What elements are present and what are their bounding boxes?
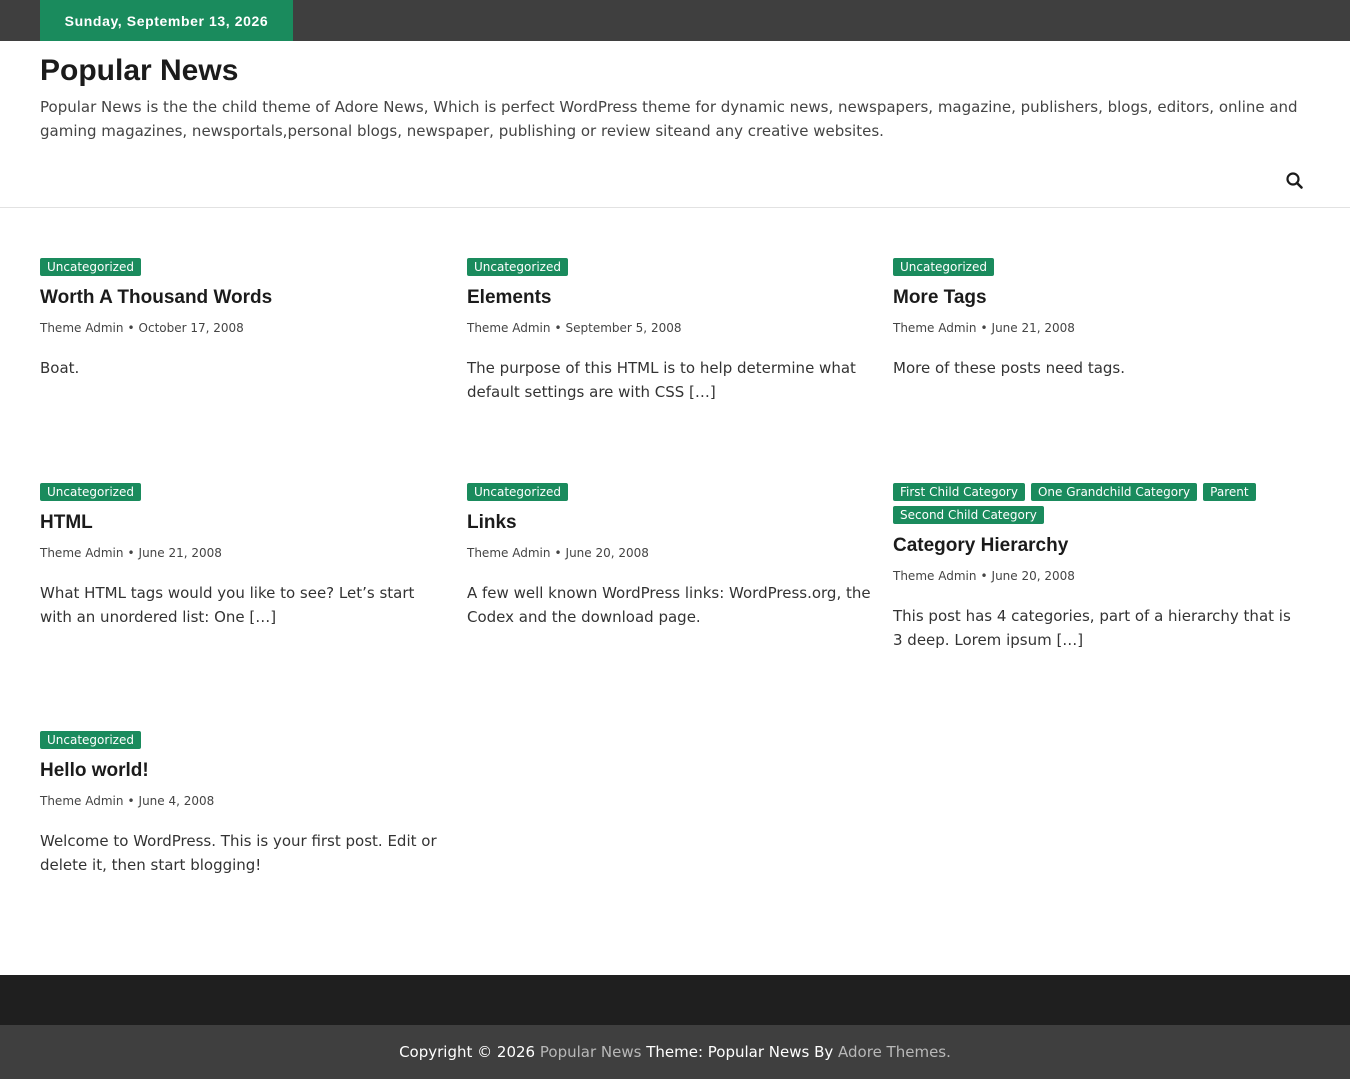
post-meta: Theme Admin • June 4, 2008 [40,794,215,808]
post-card: Uncategorized Elements Theme Admin • Septe… [467,258,877,404]
category-tag[interactable]: Uncategorized [40,483,141,501]
post-card: Uncategorized Links Theme Admin • June 20,… [467,483,877,629]
category-tag[interactable]: Uncategorized [467,258,568,276]
post-excerpt: Welcome to WordPress. This is your first… [40,832,437,874]
footer-copyright: Copyright © 2026 Popular News Theme: Pop… [0,1025,1350,1079]
theme-credit-text: Theme: Popular News By [646,1043,834,1061]
category-tag[interactable]: Second Child Category [893,506,1044,524]
post-categories: Uncategorized [40,731,450,749]
footer-period: . [946,1043,951,1061]
footer-author-link[interactable]: Adore Themes [838,1043,946,1061]
post-categories: Uncategorized [467,258,877,276]
site-title[interactable]: Popular News [40,54,238,88]
category-tag[interactable]: First Child Category [893,483,1025,501]
post-card: Uncategorized More Tags Theme Admin • June… [893,258,1303,380]
post-author[interactable]: Theme Admin [40,794,123,808]
footer-widget-area [0,975,1350,1025]
category-tag[interactable]: Uncategorized [893,258,994,276]
post-date[interactable]: June 20, 2008 [566,546,649,560]
post-author[interactable]: Theme Admin [893,321,976,335]
category-tag[interactable]: One Grandchild Category [1030,483,1198,501]
post-title[interactable]: Worth A Thousand Words [40,286,450,310]
post-author[interactable]: Theme Admin [40,321,123,335]
post-card: Uncategorized Worth A Thousand Words The… [40,258,450,380]
post-meta: Theme Admin • June 20, 2008 [467,546,649,560]
category-tag[interactable]: Parent [1203,483,1256,501]
post-card: Uncategorized HTML Theme Admin • June 21, … [40,483,450,629]
post-excerpt: More of these posts need tags. [893,359,1126,377]
search-icon[interactable] [1284,170,1306,192]
post-date[interactable]: June 21, 2008 [139,546,222,560]
post-title[interactable]: HTML [40,511,450,535]
post-meta: Theme Admin • October 17, 2008 [40,321,244,335]
post-categories: Uncategorized [40,483,450,501]
category-tag[interactable]: Uncategorized [40,258,141,276]
post-meta: Theme Admin • June 20, 2008 [893,569,1075,583]
site-description: Popular News is the the child theme of A… [40,98,1298,140]
post-excerpt: The purpose of this HTML is to help dete… [467,359,856,401]
post-excerpt: What HTML tags would you like to see? Le… [40,584,415,626]
post-title[interactable]: Elements [467,286,877,310]
footer-site-link[interactable]: Popular News [540,1043,642,1061]
post-card: First Child Category One Grandchild Cate… [893,483,1303,652]
post-categories: First Child Category One Grandchild Cate… [893,483,1303,524]
post-date[interactable]: June 20, 2008 [992,569,1075,583]
post-author[interactable]: Theme Admin [40,546,123,560]
post-title[interactable]: More Tags [893,286,1303,310]
post-categories: Uncategorized [893,258,1303,276]
post-excerpt: A few well known WordPress links: WordPr… [467,584,871,626]
post-meta: Theme Admin • June 21, 2008 [893,321,1075,335]
category-tag[interactable]: Uncategorized [467,483,568,501]
post-excerpt: This post has 4 categories, part of a hi… [893,607,1291,649]
post-meta: Theme Admin • September 5, 2008 [467,321,682,335]
post-title[interactable]: Links [467,511,877,535]
copyright-text: Copyright © 2026 [399,1043,536,1061]
post-date[interactable]: June 21, 2008 [992,321,1075,335]
post-title[interactable]: Category Hierarchy [893,534,1303,558]
post-date[interactable]: September 5, 2008 [566,321,682,335]
current-date: Sunday, September 13, 2026 [40,0,293,41]
category-tag[interactable]: Uncategorized [40,731,141,749]
post-date[interactable]: October 17, 2008 [139,321,244,335]
post-author[interactable]: Theme Admin [467,321,550,335]
post-excerpt: Boat. [40,359,80,377]
post-author[interactable]: Theme Admin [467,546,550,560]
post-categories: Uncategorized [467,483,877,501]
post-card: Uncategorized Hello world! Theme Admin • J… [40,731,450,877]
post-author[interactable]: Theme Admin [893,569,976,583]
post-title[interactable]: Hello world! [40,759,450,783]
post-date[interactable]: June 4, 2008 [139,794,215,808]
post-categories: Uncategorized [40,258,450,276]
header-divider [0,207,1350,208]
post-meta: Theme Admin • June 21, 2008 [40,546,222,560]
top-bar: Sunday, September 13, 2026 [0,0,1350,41]
